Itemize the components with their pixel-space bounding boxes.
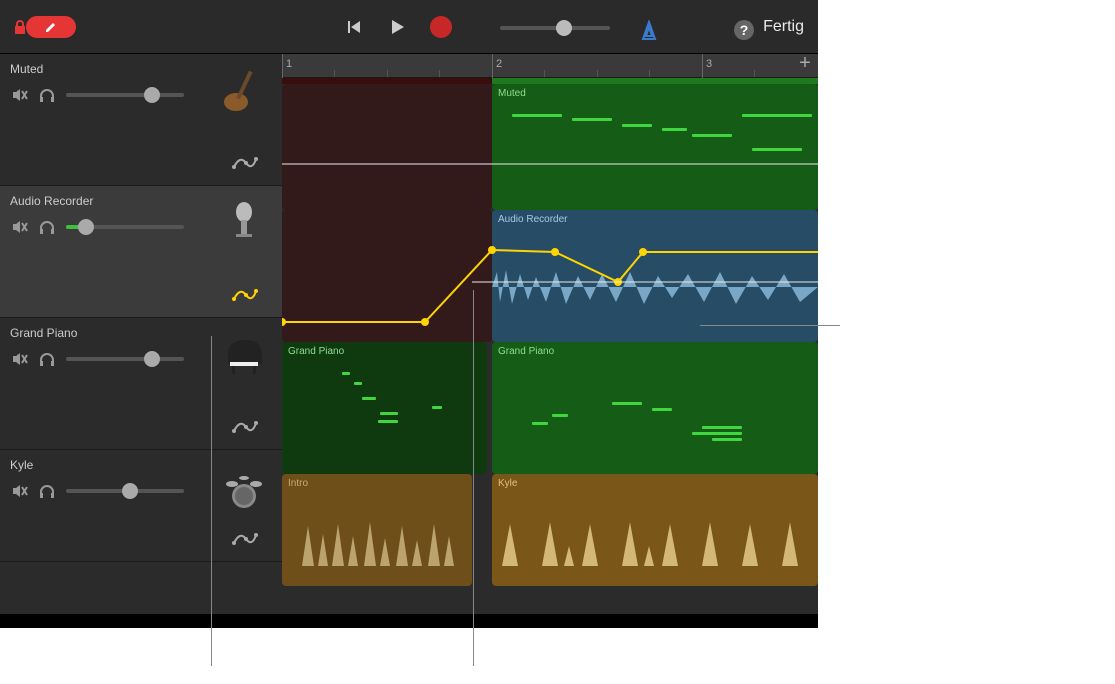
volume-knob[interactable]	[144, 87, 160, 103]
region-label: Grand Piano	[492, 342, 818, 361]
region-label: Grand Piano	[282, 342, 487, 361]
transport-controls	[340, 14, 454, 40]
volume-slider[interactable]	[66, 357, 184, 361]
toolbar: ? Fertig	[0, 0, 818, 54]
callout-line	[211, 336, 212, 666]
waveform	[492, 262, 818, 312]
region-label: Muted	[492, 84, 818, 103]
region-row: Intro Kyle	[282, 474, 818, 586]
microphone-icon	[220, 198, 268, 246]
track-header-muted[interactable]: Muted	[0, 54, 282, 186]
ruler[interactable]: 1 2 3 +	[282, 54, 818, 78]
volume-slider[interactable]	[66, 93, 184, 97]
region-muted[interactable]: Muted	[492, 84, 818, 210]
automation-toggle[interactable]	[232, 285, 258, 303]
region-empty[interactable]	[282, 84, 492, 210]
region-label: Audio Recorder	[492, 210, 818, 229]
headphones-icon[interactable]	[38, 218, 56, 236]
bar-label: 2	[496, 58, 502, 70]
headphones-icon[interactable]	[38, 350, 56, 368]
bottom-bar	[0, 614, 818, 628]
timeline[interactable]: 1 2 3 +	[282, 54, 818, 614]
region-row: Muted	[282, 84, 818, 210]
goto-start-button[interactable]	[340, 14, 366, 40]
volume-slider[interactable]	[66, 489, 184, 493]
volume-knob[interactable]	[78, 219, 94, 235]
volume-slider[interactable]	[66, 225, 184, 229]
tracks-panel: Muted Audio Recorder	[0, 54, 282, 614]
region-row: Grand Piano Grand Piano	[282, 342, 818, 474]
automation-toggle[interactable]	[232, 529, 258, 547]
track-header-grand-piano[interactable]: Grand Piano	[0, 318, 282, 450]
record-icon	[430, 16, 452, 38]
automation-toggle[interactable]	[232, 153, 258, 171]
done-button[interactable]: Fertig	[763, 18, 804, 36]
region-empty[interactable]	[282, 210, 492, 342]
region-row: Audio Recorder	[282, 210, 818, 342]
volume-knob[interactable]	[122, 483, 138, 499]
callout-line	[473, 290, 474, 666]
zoom-knob[interactable]	[556, 20, 572, 36]
mute-icon[interactable]	[10, 218, 28, 236]
grand-piano-icon	[220, 330, 268, 378]
app-window: ? Fertig Muted	[0, 0, 818, 614]
drum-pattern	[492, 516, 818, 566]
region-intro[interactable]: Intro	[282, 474, 472, 586]
edit-toggle[interactable]	[26, 16, 76, 38]
body: Muted Audio Recorder	[0, 54, 818, 614]
drum-pattern	[282, 516, 472, 566]
region-grand-piano-1[interactable]: Grand Piano	[282, 342, 487, 474]
region-kyle[interactable]: Kyle	[492, 474, 818, 586]
headphones-icon[interactable]	[38, 482, 56, 500]
zoom-slider[interactable]	[500, 26, 610, 30]
metronome-button[interactable]	[638, 20, 660, 42]
automation-toggle[interactable]	[232, 417, 258, 435]
bar-label: 3	[706, 58, 712, 70]
record-button[interactable]	[428, 14, 454, 40]
add-section-button[interactable]: +	[796, 56, 814, 74]
region-label: Intro	[282, 474, 472, 493]
region-grand-piano-2[interactable]: Grand Piano	[492, 342, 818, 474]
mute-icon[interactable]	[10, 350, 28, 368]
track-header-audio-recorder[interactable]: Audio Recorder	[0, 186, 282, 318]
bass-guitar-icon	[220, 66, 268, 114]
region-audio-recorder[interactable]: Audio Recorder	[492, 210, 818, 342]
help-button[interactable]: ?	[734, 20, 754, 40]
pencil-icon	[44, 20, 58, 34]
mute-icon[interactable]	[10, 86, 28, 104]
mute-icon[interactable]	[10, 482, 28, 500]
bar-label: 1	[286, 58, 292, 70]
headphones-icon[interactable]	[38, 86, 56, 104]
callout-line	[700, 325, 840, 326]
track-header-kyle[interactable]: Kyle	[0, 450, 282, 562]
volume-knob[interactable]	[144, 351, 160, 367]
region-label: Kyle	[492, 474, 818, 493]
regions-area[interactable]: Muted Audio Recorder	[282, 78, 818, 614]
drum-kit-icon	[220, 462, 268, 510]
play-button[interactable]	[384, 14, 410, 40]
